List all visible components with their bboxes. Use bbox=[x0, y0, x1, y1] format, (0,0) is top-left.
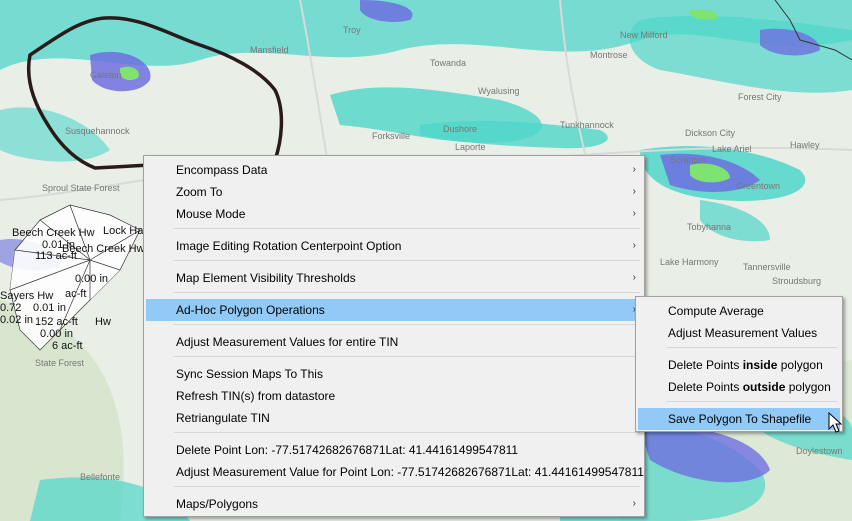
place-label: Susquehannock bbox=[65, 126, 130, 136]
tin-label: ac-ft bbox=[65, 288, 87, 300]
place-label: Sproul State Forest bbox=[42, 183, 120, 193]
place-label: Forksville bbox=[372, 131, 411, 141]
menu-separator bbox=[174, 432, 640, 433]
menu-item-adjust-measurement-values[interactable]: Adjust Measurement Values bbox=[638, 322, 840, 344]
place-label: Greentown bbox=[736, 181, 781, 191]
place-label: Montrose bbox=[590, 50, 628, 60]
chevron-right-icon: › bbox=[632, 186, 636, 197]
mouse-cursor-icon bbox=[828, 412, 842, 433]
menu-item-maps-polygons[interactable]: Maps/Polygons › bbox=[146, 493, 642, 515]
tin-label: 6 ac-ft bbox=[52, 340, 83, 352]
menu-item-label: Encompass Data bbox=[176, 163, 268, 177]
menu-item-encompass-data[interactable]: Encompass Data › bbox=[146, 159, 642, 181]
menu-item-save-polygon-shapefile[interactable]: Save Polygon To Shapefile bbox=[638, 408, 840, 430]
menu-separator bbox=[666, 347, 838, 348]
tin-label: 113 ac-ft bbox=[35, 250, 77, 262]
menu-item-label: Save Polygon To Shapefile bbox=[668, 412, 812, 426]
place-label: Lake Harmony bbox=[660, 257, 719, 267]
menu-item-emphasis: outside bbox=[742, 380, 786, 394]
place-label: Lake Ariel bbox=[712, 144, 752, 154]
menu-separator bbox=[666, 401, 838, 402]
tin-label: Beech Creek Hw bbox=[12, 227, 95, 239]
menu-item-delete-point[interactable]: Delete Point Lon: -77.51742682676871Lat:… bbox=[146, 439, 642, 461]
menu-item-label: Mouse Mode bbox=[176, 207, 246, 221]
menu-item-delete-points-outside[interactable]: Delete Points outside polygon bbox=[638, 376, 840, 398]
menu-item-adjust-point-value[interactable]: Adjust Measurement Value for Point Lon: … bbox=[146, 461, 644, 483]
place-label: Scranton bbox=[670, 155, 707, 165]
place-label: Tobyhanna bbox=[687, 222, 732, 232]
tin-label: Sayers Hw bbox=[0, 290, 54, 302]
menu-separator bbox=[174, 260, 640, 261]
place-label: Towanda bbox=[430, 58, 467, 68]
tin-label: Hw bbox=[95, 316, 111, 328]
ad-hoc-polygon-submenu: Compute Average Adjust Measurement Value… bbox=[635, 296, 843, 432]
menu-item-label: Delete Points bbox=[668, 380, 743, 394]
menu-separator bbox=[174, 356, 640, 357]
menu-item-label: Retriangulate TIN bbox=[176, 411, 270, 425]
place-label: Dickson City bbox=[685, 128, 736, 138]
tin-label: 152 ac-ft bbox=[35, 316, 78, 328]
chevron-right-icon: › bbox=[632, 240, 636, 251]
place-label: Tannersville bbox=[743, 262, 791, 272]
place-label: Mansfield bbox=[250, 45, 289, 55]
place-label: State Forest bbox=[35, 358, 85, 368]
menu-item-label: Adjust Measurement Values bbox=[668, 326, 818, 340]
menu-item-label: Image Editing Rotation Centerpoint Optio… bbox=[176, 239, 402, 253]
context-menu: Encompass Data › Zoom To › Mouse Mode › Ima… bbox=[143, 155, 645, 517]
place-label: Hawley bbox=[790, 140, 820, 150]
place-label: Dushore bbox=[443, 124, 478, 134]
chevron-right-icon: › bbox=[632, 208, 636, 219]
menu-item-refresh-tin[interactable]: Refresh TIN(s) from datastore bbox=[146, 385, 642, 407]
tin-label: 0.01 in bbox=[33, 302, 67, 314]
place-label: Wyalusing bbox=[478, 86, 520, 96]
tin-label: 0.00 in bbox=[75, 273, 109, 285]
menu-item-emphasis: inside bbox=[742, 358, 778, 372]
menu-item-rotation-centerpoint[interactable]: Image Editing Rotation Centerpoint Optio… bbox=[146, 235, 642, 257]
tin-label: Lock Ha bbox=[103, 225, 144, 237]
place-label: Laporte bbox=[455, 142, 486, 152]
menu-item-label: Zoom To bbox=[176, 185, 223, 199]
menu-item-label: Delete Point Lon: -77.51742682676871Lat:… bbox=[176, 443, 519, 457]
menu-item-label: Ad-Hoc Polygon Operations bbox=[176, 303, 325, 317]
menu-item-zoom-to[interactable]: Zoom To › bbox=[146, 181, 642, 203]
menu-item-label: Sync Session Maps To This bbox=[176, 367, 323, 381]
tin-label: 0.02 in bbox=[0, 314, 34, 326]
menu-separator bbox=[174, 486, 640, 487]
chevron-right-icon: › bbox=[632, 272, 636, 283]
menu-item-label: Refresh TIN(s) from datastore bbox=[176, 389, 336, 403]
place-label: Forest City bbox=[738, 92, 782, 102]
menu-item-label: Delete Points bbox=[668, 358, 743, 372]
menu-item-label: Map Element Visibility Thresholds bbox=[176, 271, 356, 285]
menu-item-delete-points-inside[interactable]: Delete Points inside polygon bbox=[638, 354, 840, 376]
tin-label: 0.72 bbox=[0, 302, 22, 314]
place-label: Galeton bbox=[90, 70, 122, 80]
menu-separator bbox=[174, 324, 640, 325]
tin-label: 0.00 in bbox=[40, 328, 74, 340]
place-label: Doylestown bbox=[796, 446, 843, 456]
menu-item-visibility-thresholds[interactable]: Map Element Visibility Thresholds › bbox=[146, 267, 642, 289]
menu-item-label: polygon bbox=[777, 358, 823, 372]
chevron-right-icon: › bbox=[632, 498, 636, 509]
menu-item-label: polygon bbox=[785, 380, 831, 394]
menu-item-label: Maps/Polygons bbox=[176, 497, 259, 511]
chevron-right-icon: › bbox=[632, 164, 636, 175]
menu-separator bbox=[174, 292, 640, 293]
menu-item-label: Compute Average bbox=[668, 304, 764, 318]
menu-item-mouse-mode[interactable]: Mouse Mode › bbox=[146, 203, 642, 225]
menu-item-label: Adjust Measurement Value for Point Lon: … bbox=[176, 465, 644, 479]
place-label: Troy bbox=[343, 25, 361, 35]
place-label: Stroudsburg bbox=[772, 276, 822, 286]
menu-item-ad-hoc-polygon-operations[interactable]: Ad-Hoc Polygon Operations› bbox=[146, 299, 642, 321]
menu-item-compute-average[interactable]: Compute Average bbox=[638, 300, 840, 322]
menu-item-sync-session-maps[interactable]: Sync Session Maps To This bbox=[146, 363, 642, 385]
place-label: Tunkhannock bbox=[560, 120, 614, 130]
place-label: New Milford bbox=[620, 30, 668, 40]
menu-item-adjust-entire-tin[interactable]: Adjust Measurement Values for entire TIN bbox=[146, 331, 642, 353]
menu-separator bbox=[174, 228, 640, 229]
menu-item-retriangulate-tin[interactable]: Retriangulate TIN bbox=[146, 407, 642, 429]
menu-item-label: Adjust Measurement Values for entire TIN bbox=[176, 335, 399, 349]
place-label: Bellefonte bbox=[80, 472, 121, 482]
